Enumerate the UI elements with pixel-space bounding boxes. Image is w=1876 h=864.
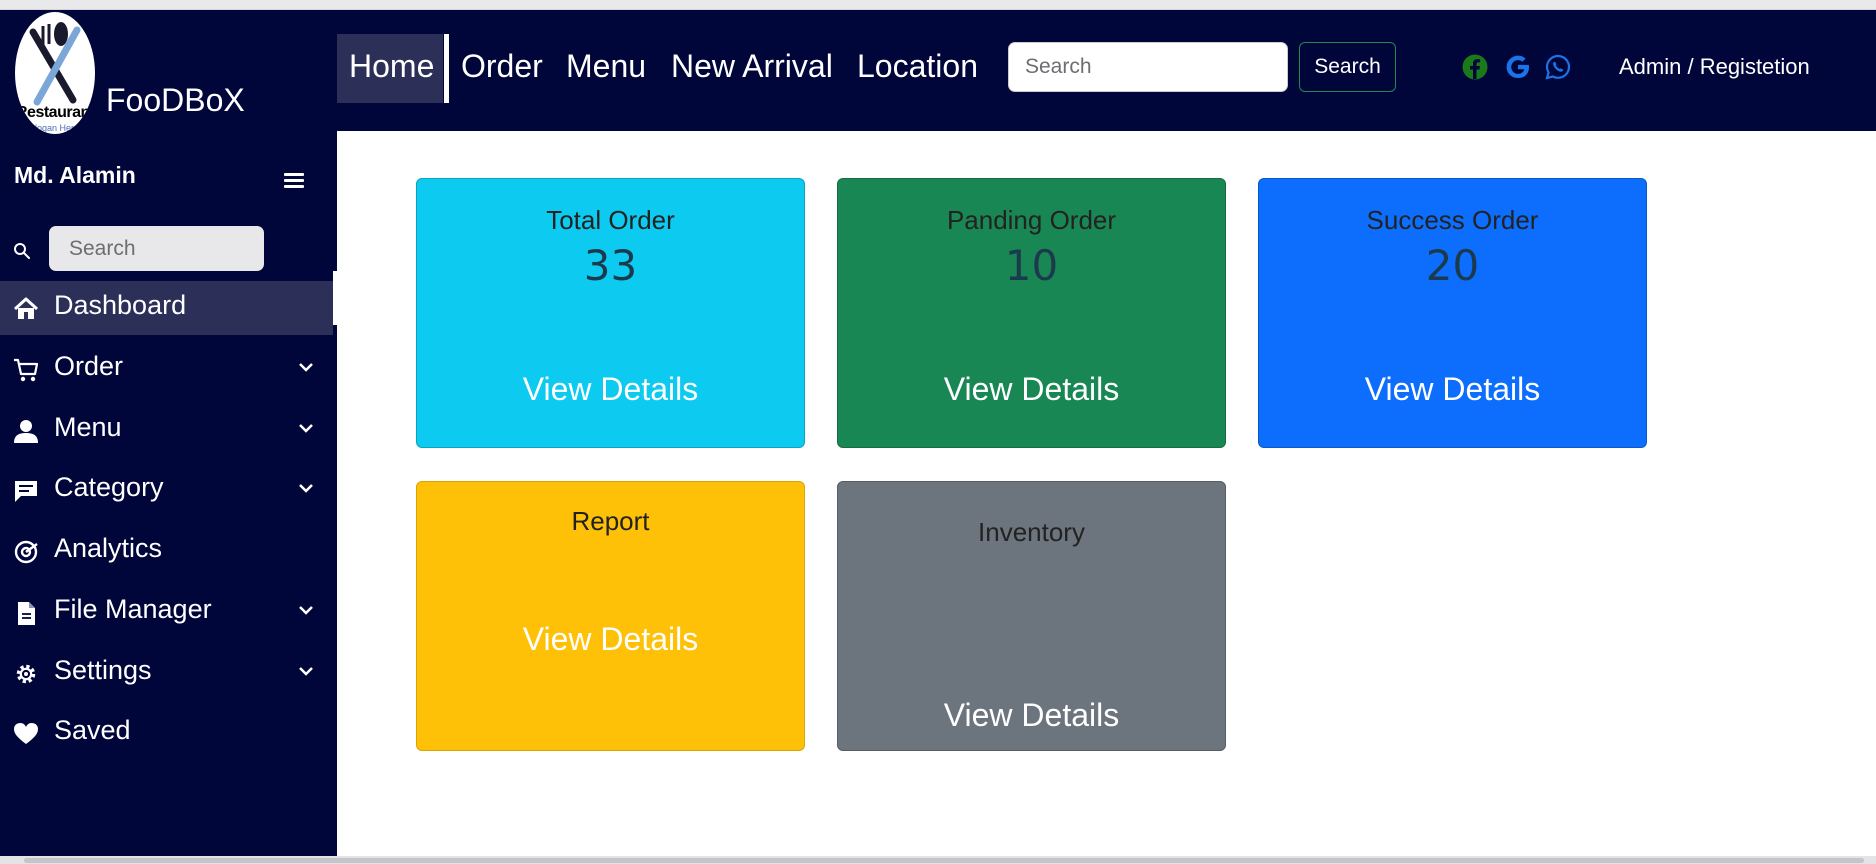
view-details-link[interactable]: View Details [1259,371,1646,408]
nav-link-location[interactable]: Location [857,48,978,85]
card-total-order: Total Order 33 View Details [416,178,805,448]
view-details-link[interactable]: View Details [417,371,804,408]
view-details-link[interactable]: View Details [838,371,1225,408]
sidebar-item-label: Order [54,351,124,381]
active-indicator [333,271,337,325]
sidebar-item-saved[interactable]: Saved [0,706,337,760]
restaurant-logo: Restaurant Slogan Here [15,12,95,134]
brand-name: FooDBoX [106,82,245,118]
google-icon[interactable] [1505,54,1531,80]
analytics-icon [14,540,38,564]
view-details-link[interactable]: View Details [417,621,804,658]
nav-link-home[interactable]: Home [349,48,434,85]
sidebar-item-label: Menu [54,412,122,442]
gear-icon [16,664,36,684]
card-count: 10 [1004,241,1059,290]
facebook-icon[interactable] [1462,54,1488,80]
logo-subtext: Slogan Here [29,123,80,133]
card-count: 33 [583,241,638,290]
view-details-link[interactable]: View Details [838,697,1225,734]
top-search-button[interactable]: Search [1299,42,1396,92]
user-name: Md. Alamin [14,162,136,188]
file-icon [18,602,35,625]
card-count: 20 [1425,241,1480,290]
chevron-down-icon [299,484,313,493]
cart-icon [14,358,39,382]
chevron-down-icon [299,606,313,615]
card-title: Success Order [1366,205,1539,235]
sidebar-item-label: Saved [54,715,131,745]
card-report: Report View Details [416,481,805,751]
nav-link-new-arrival[interactable]: New Arrival [671,48,833,85]
card-title: Report [571,506,650,536]
search-icon [14,243,30,259]
card-inventory: Inventory View Details [837,481,1226,751]
card-title: Total Order [546,205,675,235]
card-title: Inventory [978,517,1085,547]
nav-link-order[interactable]: Order [461,48,543,85]
browser-top-strip [0,0,1876,10]
home-icon [13,297,39,319]
chevron-down-icon [299,363,313,372]
sidebar-item-label: File Manager [54,594,212,624]
admin-registration-link[interactable]: Admin / Registetion [1619,54,1810,80]
nav-link-menu[interactable]: Menu [566,48,646,85]
whatsapp-icon[interactable] [1545,54,1571,80]
chevron-down-icon [299,424,313,433]
sidebar-item-label: Analytics [54,533,163,563]
sidebar-item-settings[interactable]: Settings [0,646,337,700]
top-search-input[interactable] [1008,42,1288,92]
sidebar-item-label: Settings [54,655,152,685]
card-success-order: Success Order 20 View Details [1258,178,1647,448]
sidebar-item-label: Dashboard [54,290,187,320]
sidebar-item-order[interactable]: Order [0,342,337,396]
logo-text: Restaurant [16,104,95,121]
heart-icon [14,723,38,744]
card-pending-order: Panding Order 10 View Details [837,178,1226,448]
chevron-down-icon [299,667,313,676]
sidebar-item-category[interactable]: Category [0,463,337,517]
chat-icon [15,481,37,502]
sidebar-item-analytics[interactable]: Analytics [0,524,337,578]
sidebar-item-file-manager[interactable]: File Manager [0,585,337,639]
nav-active-indicator [444,34,449,103]
sidebar-item-label: Category [54,472,164,502]
sidebar-item-dashboard[interactable]: Dashboard [0,281,333,335]
sidebar-search-input[interactable] [49,226,264,271]
menu-toggle-icon[interactable] [283,170,305,192]
scrollbar-thumb[interactable] [24,858,1864,863]
card-title: Panding Order [946,205,1117,235]
user-icon [14,420,38,443]
sidebar-item-menu[interactable]: Menu [0,403,337,457]
